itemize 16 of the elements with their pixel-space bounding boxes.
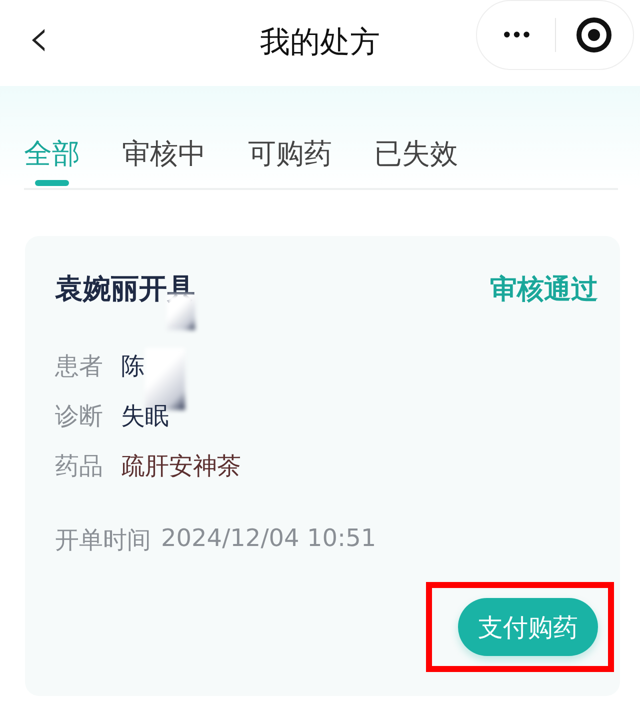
tab[interactable]: 审核中: [122, 86, 206, 186]
field-value: 失眠: [121, 401, 169, 432]
page-title: 我的处方: [260, 25, 380, 60]
field-value: 疏肝安神茶: [121, 451, 241, 482]
status-label: 审核通过: [490, 273, 598, 307]
tab[interactable]: 已失效: [374, 86, 458, 186]
issue-time: 2024/12/04 10:51: [161, 524, 376, 554]
field-label: 诊断: [55, 401, 103, 432]
field-label: 药品: [55, 451, 103, 482]
back-button[interactable]: ‹: [20, 11, 58, 75]
target-icon: [575, 16, 614, 54]
more-button[interactable]: •••: [477, 22, 554, 48]
field-label: 患者: [55, 351, 103, 382]
tab[interactable]: 可购药: [248, 86, 332, 186]
issue-time-label: 开单时间: [55, 525, 151, 556]
field-value: 陈: [121, 350, 145, 382]
